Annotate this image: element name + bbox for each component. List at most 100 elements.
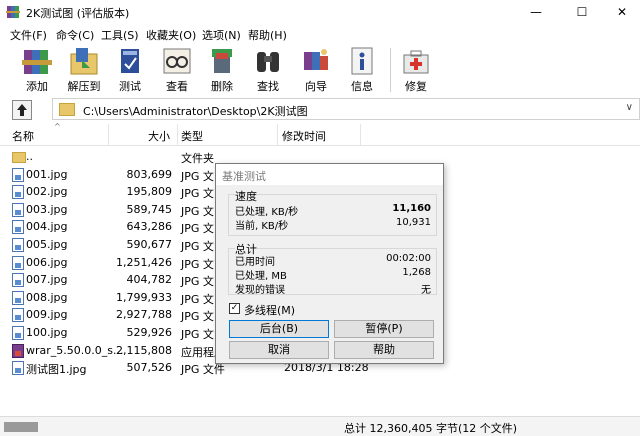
file-name: 008.jpg bbox=[26, 290, 68, 304]
file-name: 004.jpg bbox=[26, 220, 68, 234]
file-name: 006.jpg bbox=[26, 255, 68, 269]
find-label: 查找 bbox=[257, 80, 279, 93]
jpg-file-icon bbox=[12, 273, 24, 288]
file-size: 1,251,426 bbox=[116, 255, 172, 269]
path-dropdown-icon[interactable]: ∨ bbox=[626, 102, 633, 113]
file-size: 2,115,808 bbox=[116, 343, 172, 357]
jpg-file-icon bbox=[12, 308, 24, 323]
address-bar: C:\Users\Administrator\Desktop\2K测试图 ∨ bbox=[0, 97, 640, 123]
folder-icon bbox=[12, 152, 26, 163]
find-button[interactable]: 查找 bbox=[246, 44, 290, 96]
file-type: JPG 文 bbox=[181, 275, 214, 289]
elapsed-label: 已用时间 bbox=[235, 257, 275, 268]
file-size: 404,782 bbox=[126, 273, 173, 287]
jpg-file-icon bbox=[12, 361, 24, 376]
file-size: 1,799,933 bbox=[116, 290, 172, 304]
menu-favorites[interactable]: 收藏夹(O) bbox=[146, 27, 196, 43]
processed-mb-value: 1,268 bbox=[402, 267, 431, 278]
current-rate-value: 10,931 bbox=[396, 217, 431, 228]
column-divider[interactable] bbox=[277, 124, 278, 146]
file-size: 507,526 bbox=[126, 361, 173, 375]
title-bar: 2K测试图 (评估版本) — ☐ ✕ bbox=[0, 0, 640, 24]
background-button[interactable]: 后台(B) bbox=[229, 320, 329, 338]
repair-button[interactable]: 修复 bbox=[394, 44, 438, 96]
menu-help[interactable]: 帮助(H) bbox=[248, 27, 287, 43]
menu-options[interactable]: 选项(N) bbox=[202, 27, 241, 43]
current-rate-row: 当前, KB/秒 10,931 bbox=[235, 217, 431, 232]
menu-tools[interactable]: 工具(S) bbox=[101, 27, 139, 43]
info-label: 信息 bbox=[351, 80, 373, 93]
jpg-file-icon bbox=[12, 167, 24, 182]
view-glasses-icon bbox=[163, 48, 191, 74]
list-header: ^ 名称 大小 类型 修改时间 bbox=[0, 122, 640, 146]
multithread-label: 多线程(M) bbox=[244, 304, 296, 317]
file-name: 009.jpg bbox=[26, 308, 68, 322]
help-button[interactable]: 帮助 bbox=[334, 341, 434, 359]
winrar-app-icon bbox=[6, 6, 20, 18]
file-type: JPG 文 bbox=[181, 169, 214, 183]
column-divider[interactable] bbox=[177, 124, 178, 146]
current-rate-label: 当前, KB/秒 bbox=[235, 221, 289, 232]
cancel-button[interactable]: 取消 bbox=[229, 341, 329, 359]
path-field[interactable]: C:\Users\Administrator\Desktop\2K测试图 ∨ bbox=[52, 98, 640, 120]
up-arrow-icon bbox=[17, 104, 27, 116]
info-button[interactable]: 信息 bbox=[340, 44, 384, 96]
total-group: 总计 已用时间 00:02:00 已处理, MB 1,268 发现的错误 无 bbox=[228, 241, 437, 296]
errors-label: 发现的错误 bbox=[235, 285, 285, 296]
processed-rate-value: 11,160 bbox=[392, 203, 431, 214]
file-type: JPG 文 bbox=[181, 257, 214, 271]
file-size: 2,927,788 bbox=[116, 308, 172, 322]
sort-arrow-icon: ^ bbox=[54, 122, 61, 131]
minimize-button[interactable]: — bbox=[516, 2, 556, 22]
column-modified[interactable]: 修改时间 bbox=[282, 128, 326, 144]
wizard-button[interactable]: 向导 bbox=[294, 44, 338, 96]
file-size: 590,677 bbox=[126, 238, 173, 251]
wizard-icon bbox=[304, 49, 328, 70]
file-type: JPG 文 bbox=[181, 328, 214, 341]
test-button[interactable]: 测试 bbox=[108, 44, 152, 96]
file-name: 002.jpg bbox=[26, 185, 68, 199]
application-icon bbox=[12, 343, 24, 358]
jpg-file-icon bbox=[12, 220, 24, 235]
file-name: wrar_5.50.0.0_s... bbox=[26, 343, 124, 357]
jpg-file-icon bbox=[12, 238, 24, 252]
file-name: .. bbox=[26, 150, 33, 163]
column-type[interactable]: 类型 bbox=[181, 128, 203, 144]
column-divider[interactable] bbox=[108, 124, 109, 146]
column-divider[interactable] bbox=[360, 124, 361, 146]
multithread-checkbox[interactable]: ✓ bbox=[229, 303, 240, 314]
delete-button[interactable]: 删除 bbox=[200, 44, 244, 96]
dialog-title-bar[interactable]: 基准测试 bbox=[216, 164, 443, 185]
maximize-button[interactable]: ☐ bbox=[562, 2, 602, 22]
file-name: 007.jpg bbox=[26, 273, 68, 287]
delete-label: 删除 bbox=[211, 80, 233, 93]
up-folder-button[interactable] bbox=[12, 100, 32, 120]
menu-commands[interactable]: 命令(C) bbox=[56, 27, 94, 43]
file-size: 589,745 bbox=[126, 202, 173, 216]
benchmark-dialog: 基准测试 速度 已处理, KB/秒 11,160 当前, KB/秒 10,931… bbox=[215, 163, 444, 364]
pause-button[interactable]: 暂停(P) bbox=[334, 320, 434, 338]
path-text: C:\Users\Administrator\Desktop\2K测试图 bbox=[83, 105, 308, 118]
column-size[interactable]: 大小 bbox=[148, 128, 170, 144]
errors-row: 发现的错误 无 bbox=[235, 281, 431, 296]
repair-kit-icon bbox=[403, 50, 429, 74]
elapsed-value: 00:02:00 bbox=[386, 253, 431, 264]
extract-to-label: 解压到 bbox=[67, 80, 101, 93]
extract-folder-icon bbox=[70, 48, 98, 75]
extract-to-button[interactable]: 解压到 bbox=[62, 44, 106, 96]
file-size: 643,286 bbox=[126, 220, 173, 234]
file-type: JPG 文 bbox=[181, 204, 214, 218]
column-name[interactable]: 名称 bbox=[12, 128, 34, 144]
file-type: JPG 文 bbox=[181, 222, 214, 236]
jpg-file-icon bbox=[12, 202, 24, 217]
view-label: 查看 bbox=[166, 80, 188, 93]
add-button[interactable]: 添加 bbox=[15, 44, 59, 96]
view-button[interactable]: 查看 bbox=[155, 44, 199, 96]
close-button[interactable]: ✕ bbox=[602, 2, 640, 22]
dialog-title: 基准测试 bbox=[222, 170, 266, 183]
file-type: JPG 文 bbox=[181, 240, 214, 253]
file-size: 529,926 bbox=[126, 326, 173, 339]
test-book-icon bbox=[121, 49, 139, 73]
menu-file[interactable]: 文件(F) bbox=[10, 27, 47, 43]
test-label: 测试 bbox=[119, 80, 141, 93]
